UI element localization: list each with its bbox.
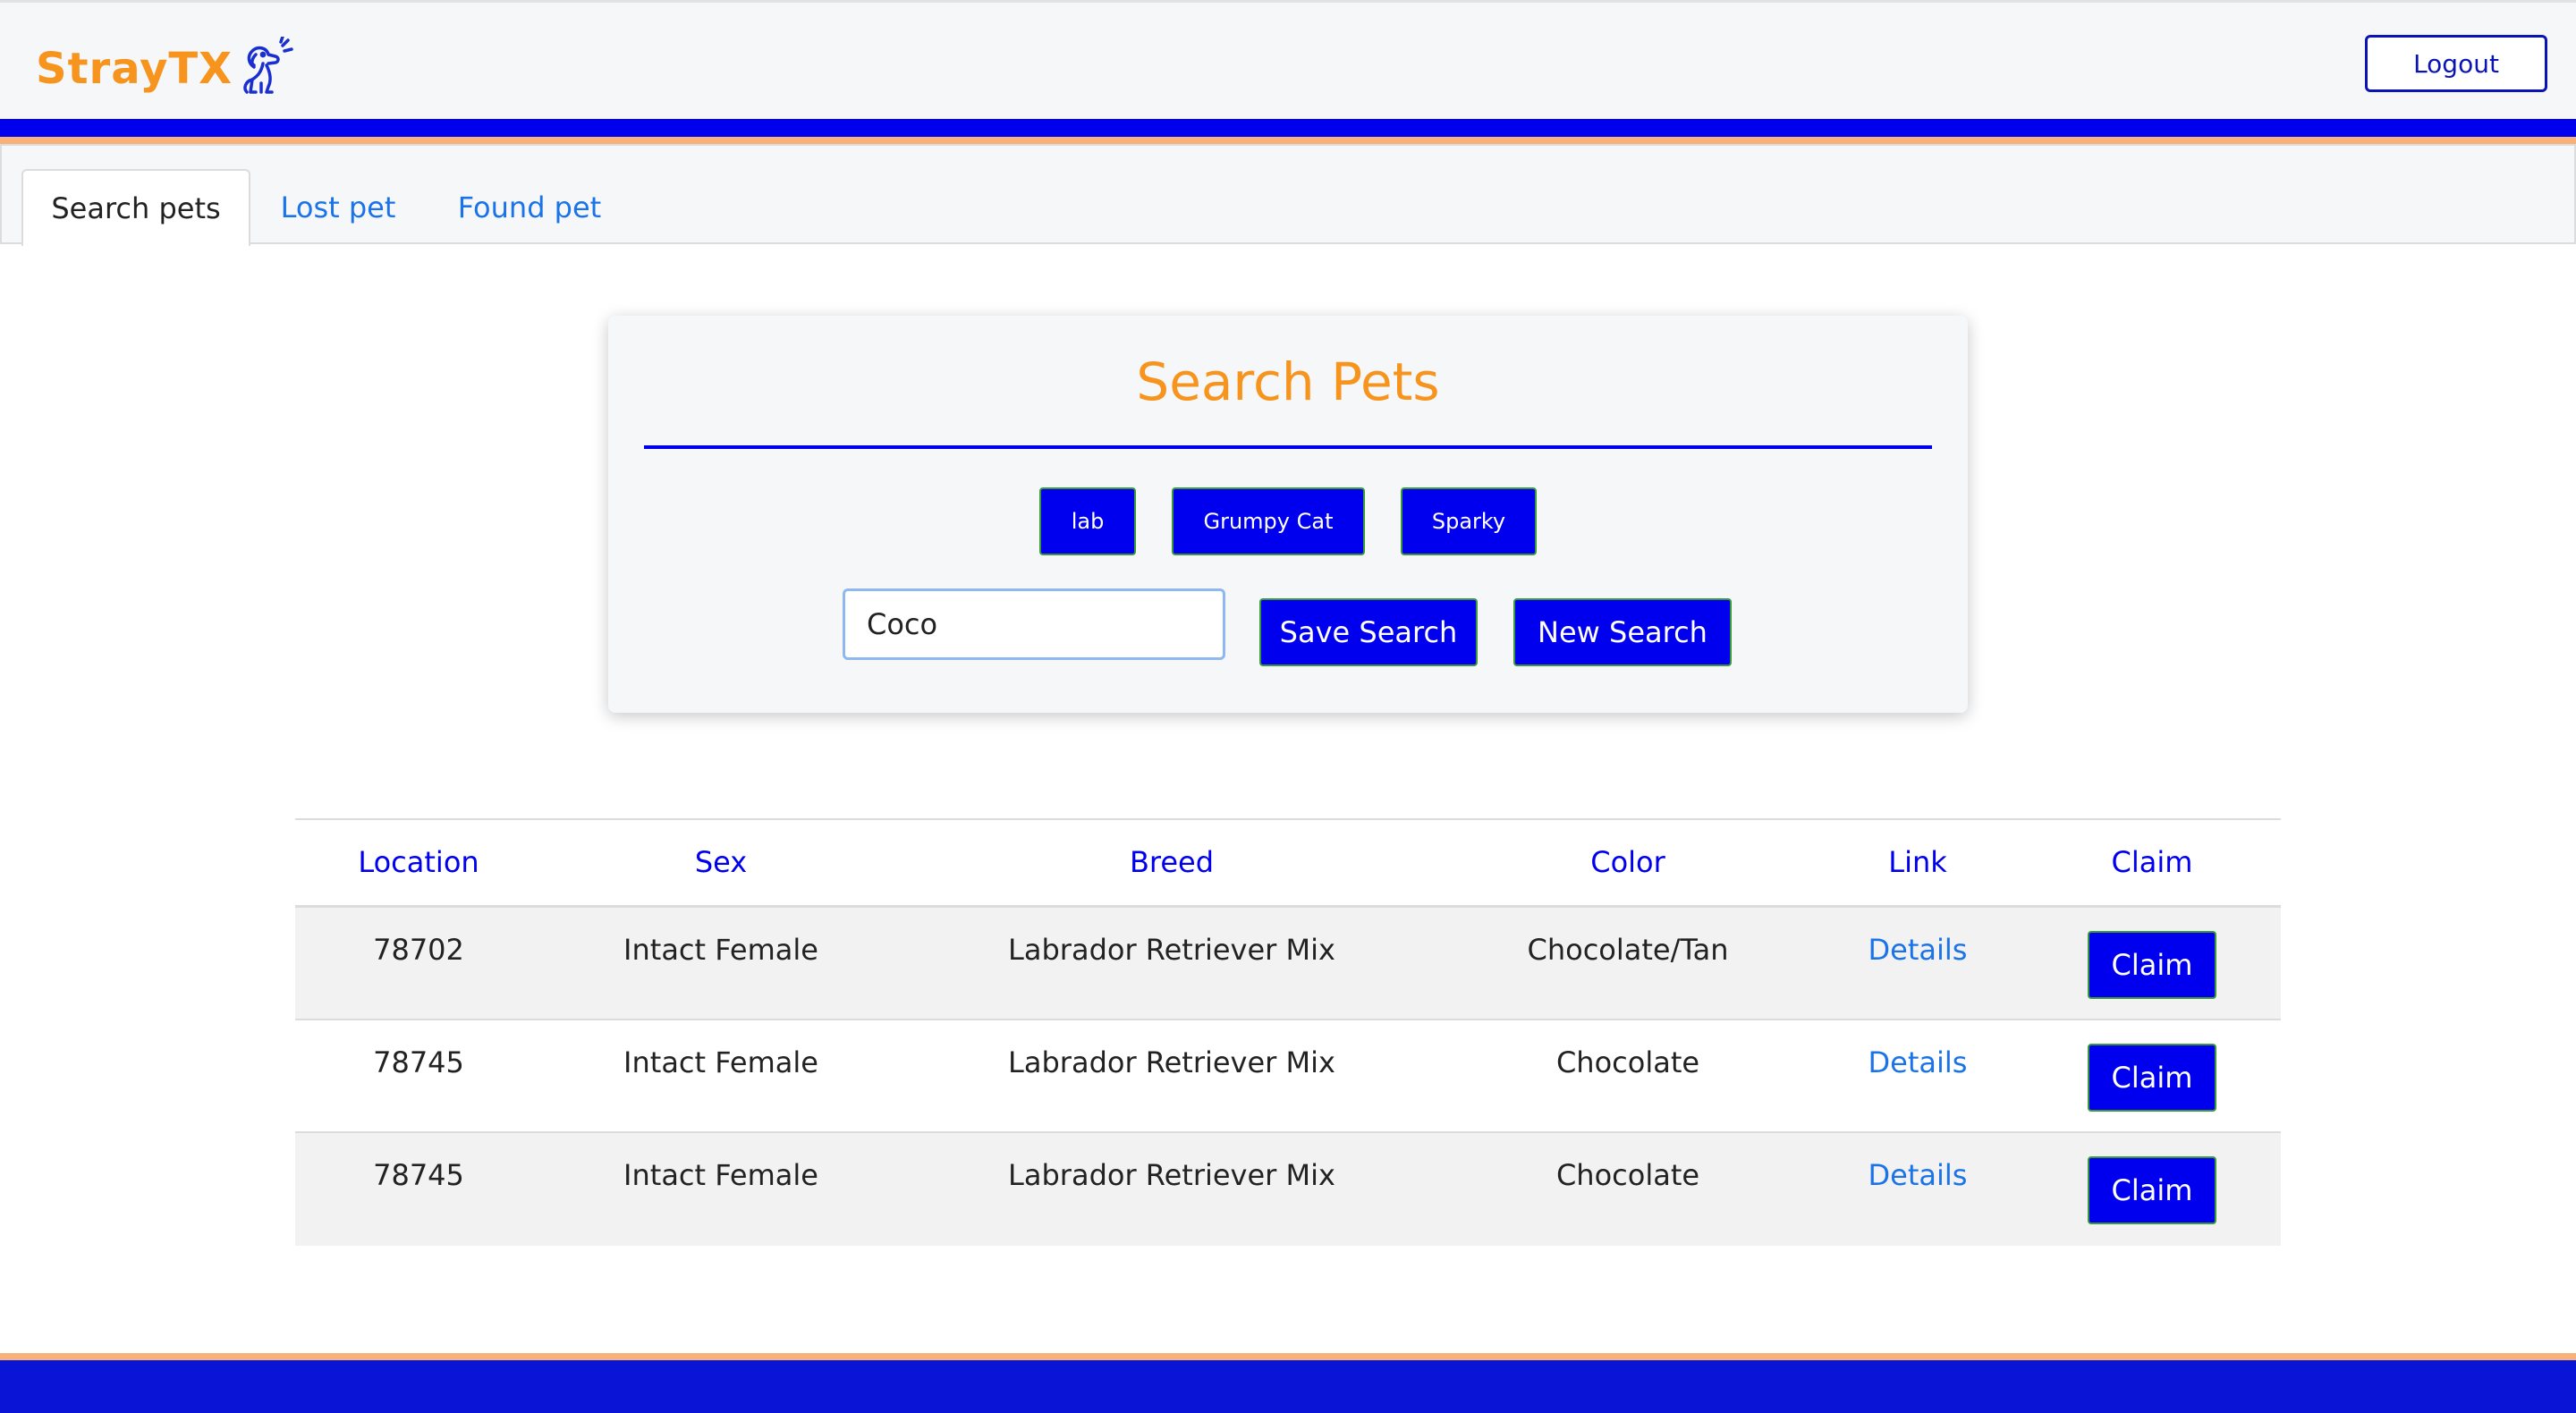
cell-location: 78702 <box>373 933 464 967</box>
cell-breed: Labrador Retriever Mix <box>1008 933 1335 967</box>
cell-color: Chocolate <box>1555 1158 1700 1192</box>
claim-button[interactable]: Claim <box>2088 1156 2216 1224</box>
table-header: Location Sex Breed Color Link Claim <box>295 818 2281 908</box>
column-header-location[interactable]: Location <box>358 845 479 879</box>
column-header-claim[interactable]: Claim <box>2112 845 2193 879</box>
column-header-sex[interactable]: Sex <box>695 845 747 879</box>
tab-search-pets[interactable]: Search pets <box>21 169 250 246</box>
footer-bar <box>0 1360 2576 1413</box>
dog-icon <box>243 37 293 94</box>
brand-name: StrayTX <box>36 44 233 94</box>
tab-lost-pet[interactable]: Lost pet <box>261 169 415 246</box>
column-header-color[interactable]: Color <box>1590 845 1665 879</box>
cell-breed: Labrador Retriever Mix <box>1008 1158 1335 1192</box>
logout-button[interactable]: Logout <box>2365 35 2547 92</box>
cell-breed: Labrador Retriever Mix <box>1008 1045 1335 1079</box>
header-stripe-blue <box>0 119 2576 137</box>
details-link[interactable]: Details <box>1868 1158 1968 1192</box>
table-row: 78745 Intact Female Labrador Retriever M… <box>295 1133 2281 1246</box>
table-row: 78745 Intact Female Labrador Retriever M… <box>295 1020 2281 1133</box>
footer-stripe-orange <box>0 1353 2576 1360</box>
title-divider <box>644 445 1932 449</box>
claim-button[interactable]: Claim <box>2088 931 2216 999</box>
cell-location: 78745 <box>373 1045 464 1079</box>
new-search-button[interactable]: New Search <box>1513 598 1732 666</box>
saved-search-lab[interactable]: lab <box>1039 487 1136 555</box>
cell-location: 78745 <box>373 1158 464 1192</box>
saved-search-sparky[interactable]: Sparky <box>1401 487 1537 555</box>
app-header: StrayTX Logout <box>0 0 2576 119</box>
claim-button[interactable]: Claim <box>2088 1044 2216 1112</box>
search-input[interactable] <box>843 588 1225 660</box>
cell-color: Chocolate <box>1555 1045 1700 1079</box>
tab-bar: Search pets Lost pet Found pet <box>0 144 2576 246</box>
cell-sex: Intact Female <box>623 1045 818 1079</box>
tab-found-pet[interactable]: Found pet <box>440 169 619 246</box>
search-card: Search Pets lab Grumpy Cat Sparky Save S… <box>608 316 1968 713</box>
search-title: Search Pets <box>1136 351 1440 412</box>
details-link[interactable]: Details <box>1868 933 1968 967</box>
header-stripe-orange <box>0 137 2576 144</box>
table-row: 78702 Intact Female Labrador Retriever M… <box>295 908 2281 1020</box>
cell-sex: Intact Female <box>623 1158 818 1192</box>
cell-color: Chocolate/Tan <box>1527 933 1729 967</box>
brand-logo[interactable]: StrayTX <box>36 37 295 101</box>
results-table: Location Sex Breed Color Link Claim 7870… <box>295 818 2281 1246</box>
save-search-button[interactable]: Save Search <box>1259 598 1478 666</box>
cell-sex: Intact Female <box>623 933 818 967</box>
details-link[interactable]: Details <box>1868 1045 1968 1079</box>
column-header-breed[interactable]: Breed <box>1130 845 1214 879</box>
saved-search-grumpy-cat[interactable]: Grumpy Cat <box>1172 487 1365 555</box>
column-header-link[interactable]: Link <box>1888 845 1947 879</box>
